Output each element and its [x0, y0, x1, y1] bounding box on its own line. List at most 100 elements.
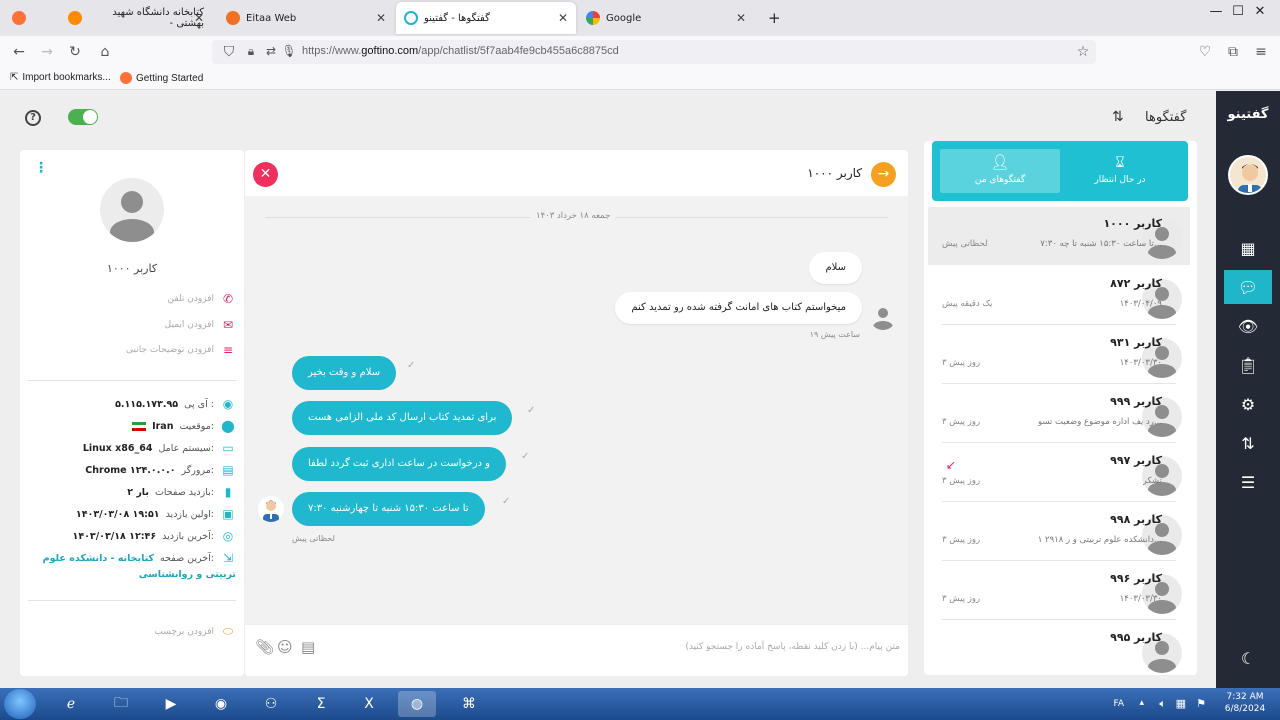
outgoing-message: ۷:۳۰ تا ساعت ۱۵:۳۰ شنبه تا چهارشنبه	[292, 492, 485, 526]
outgoing-message: برای تمدید کتاب ارسال کد ملی الزامی هست	[292, 401, 513, 435]
back-icon[interactable]: ←	[10, 44, 28, 60]
conversation-item[interactable]: کاربر ۹۹۵	[928, 621, 1190, 675]
pdf-icon[interactable]: ⌘	[450, 691, 488, 717]
conversation-item[interactable]: ↙ کاربر ۹۹۷ تشکر ۳ روز پیش	[928, 444, 1190, 502]
network-icon[interactable]: ▦	[1176, 697, 1186, 710]
network-app-icon[interactable]: ⚇	[252, 691, 290, 717]
reply-arrow-icon: ↙	[946, 458, 957, 472]
info-visits: ۲ بار بازدید صفحات: ▮	[127, 485, 236, 499]
reload-icon[interactable]: ↻	[66, 44, 84, 60]
more-options-icon[interactable]: ⋮	[34, 160, 48, 176]
import-icon: ⇱	[10, 72, 19, 83]
sort-icon[interactable]: ⇅	[1112, 109, 1124, 125]
forward-icon[interactable]: →	[38, 44, 56, 60]
emoji-icon[interactable]: ☺	[277, 638, 293, 656]
bookmarks-bar: ⇱ Import bookmarks... Getting Started	[0, 68, 1280, 90]
laptop-icon: ▭	[222, 441, 234, 455]
pocket-icon[interactable]: ♡	[1196, 44, 1214, 60]
info-location: Iran موقعیت: ⬤	[132, 419, 236, 433]
extensions-icon[interactable]: ⧉	[1224, 44, 1242, 60]
close-window-button[interactable]: ✕	[1240, 0, 1280, 24]
attach-icon[interactable]: 📎︎	[255, 638, 274, 656]
clock-date[interactable]: 6/8/2024	[1220, 704, 1270, 714]
media-player-icon[interactable]: ▶	[152, 691, 190, 717]
eye-icon[interactable]: 👁︎	[1224, 309, 1272, 343]
swap-icon[interactable]: ⇅	[1224, 426, 1272, 460]
add-tag-button[interactable]: افزودن برچسب ⬭	[155, 624, 237, 639]
tab-label: Google	[606, 12, 642, 24]
right-sidebar: گفتینو ▦ 💬︎ 👁︎ 📋︎ ⚙ ⇅ ☰ ☾	[1216, 91, 1280, 688]
arrow-right-icon[interactable]: →	[871, 162, 896, 187]
conversation-item[interactable]: کاربر ۹۹۹ رد یف اداره موضوع وضعیت تسو...…	[928, 385, 1190, 443]
calculator-icon[interactable]: Σ	[302, 691, 340, 717]
bookmark-import[interactable]: ⇱ Import bookmarks...	[10, 72, 111, 83]
conversation-item[interactable]: کاربر ۹۹۸ ۱ ۲۹۱۸ دانشکده علوم تربیتی و ر…	[928, 503, 1190, 561]
tab-my-conversations[interactable]: 👤︎ گفتگوهای من	[940, 149, 1060, 193]
tab-label: کتابخانه دانشگاه شهید بهشتی -	[112, 7, 204, 29]
tab-eitaa[interactable]: Eitaa Web ✕	[218, 2, 394, 34]
conversation-item[interactable]: کاربر ۹۳۱ ۱۴۰۳/۰۳/۳۰ ۳ روز پیش	[928, 326, 1190, 384]
quick-reply-icon[interactable]: ▤	[301, 638, 315, 656]
show-hidden-icon[interactable]: ▴	[1139, 698, 1144, 708]
action-center-icon[interactable]: ⚑	[1196, 697, 1206, 710]
star-icon[interactable]: ☆	[1074, 44, 1092, 60]
lock-icon[interactable]: 🔒︎	[242, 44, 260, 59]
close-icon[interactable]: ✕	[194, 11, 204, 25]
clipboard-icon[interactable]: 📋︎	[1224, 348, 1272, 382]
microphone-icon[interactable]: 🎙︎	[280, 44, 298, 58]
conversation-item[interactable]: کاربر ۸۷۲ ۱۴۰۳/۰۴/۰۹ یک دقیقه پیش	[928, 267, 1190, 325]
eye-icon: ◎	[222, 529, 234, 543]
excel-icon[interactable]: X	[350, 691, 388, 717]
moon-icon[interactable]: ☾	[1224, 641, 1272, 675]
permissions-icon[interactable]: ⇄	[262, 44, 280, 58]
message-time: لحظاتی پیش	[292, 534, 335, 543]
ie-icon[interactable]: ℯ	[52, 691, 90, 717]
add-notes-button[interactable]: افزودن توضیحات جانبی ≡	[126, 343, 236, 357]
tab-waiting[interactable]: ⌛︎ در حال انتظار	[1060, 149, 1180, 193]
tab-library[interactable]: کتابخانه دانشگاه شهید بهشتی - ✕	[60, 2, 212, 34]
add-email-button[interactable]: افزودن ایمیل ✉	[165, 318, 236, 332]
language-indicator[interactable]: FA	[1113, 699, 1124, 709]
notes-icon: ≡	[222, 343, 234, 357]
operator-avatar[interactable]	[1228, 155, 1268, 195]
online-toggle[interactable]	[68, 109, 98, 125]
chat-panel: ✕ کاربر ۱۰۰۰ → جمعه ۱۸ خرداد ۱۴۰۳ سلام م…	[245, 150, 908, 676]
help-icon[interactable]: ?	[25, 110, 41, 126]
shield-icon[interactable]: ⛉	[220, 44, 238, 60]
chat-header: ✕ کاربر ۱۰۰۰ →	[245, 150, 908, 196]
last-page-link[interactable]: تربیتی و روانشناسی	[139, 569, 236, 580]
url-bar[interactable]: ⛉ 🔒︎ ⇄ 🎙︎ https://www.goftino.com/app/ch…	[212, 40, 1096, 64]
firefox-menu-icon[interactable]	[4, 2, 30, 34]
info-last-page: کتابخانه - دانشکده علوم آخرین صفحه: ⇲	[43, 551, 236, 565]
tab-goftino[interactable]: گفتگوها - گفتینو ✕	[396, 2, 576, 34]
document-icon[interactable]: ☰	[1224, 465, 1272, 499]
last-page-link[interactable]: کتابخانه - دانشکده علوم	[43, 553, 154, 564]
chrome-icon[interactable]: ◉	[202, 691, 240, 717]
close-icon[interactable]: ✕	[558, 11, 568, 25]
folder-icon[interactable]: 🗀	[102, 691, 140, 717]
phone-icon: ✆	[222, 292, 234, 306]
volume-icon[interactable]: 🔈︎	[1159, 697, 1166, 711]
firefox-icon[interactable]: ◍	[398, 691, 436, 717]
tab-google[interactable]: Google ✕	[578, 2, 754, 34]
start-button[interactable]	[4, 689, 36, 719]
incoming-message: سلام	[809, 252, 862, 284]
new-tab-button[interactable]: +	[760, 2, 784, 34]
clock-time[interactable]: 7:32 AM	[1220, 692, 1270, 702]
conversation-item[interactable]: کاربر ۱۰۰۰ ۷:۳۰ تا ساعت ۱۵:۳۰ شنبه تا چه…	[928, 207, 1190, 265]
close-icon[interactable]: ✕	[736, 11, 746, 25]
menu-icon[interactable]: ≡	[1252, 44, 1270, 60]
browser-tab-bar: کتابخانه دانشگاه شهید بهشتی - ✕ Eitaa We…	[0, 0, 1280, 36]
close-chat-button[interactable]: ✕	[253, 162, 278, 187]
dashboard-icon[interactable]: ▦	[1224, 231, 1272, 265]
conversation-item[interactable]: کاربر ۹۹۶ ۱۴۰۳/۰۳/۳۰ ۳ روز پیش	[928, 562, 1190, 620]
brand-logo: گفتینو	[1227, 107, 1269, 122]
day-label: جمعه ۱۸ خرداد ۱۴۰۳	[530, 211, 617, 221]
gear-icon[interactable]: ⚙	[1224, 387, 1272, 421]
close-icon[interactable]: ✕	[376, 11, 386, 25]
chat-icon[interactable]: 💬︎	[1224, 270, 1272, 304]
message-input[interactable]: متن پیام... (با زدن کلید نقطه، پاسخ آماد…	[685, 642, 900, 652]
add-phone-button[interactable]: افزودن تلفن ✆	[168, 292, 236, 306]
bookmark-getting-started[interactable]: Getting Started	[120, 72, 203, 84]
home-icon[interactable]: ⌂	[96, 44, 114, 60]
